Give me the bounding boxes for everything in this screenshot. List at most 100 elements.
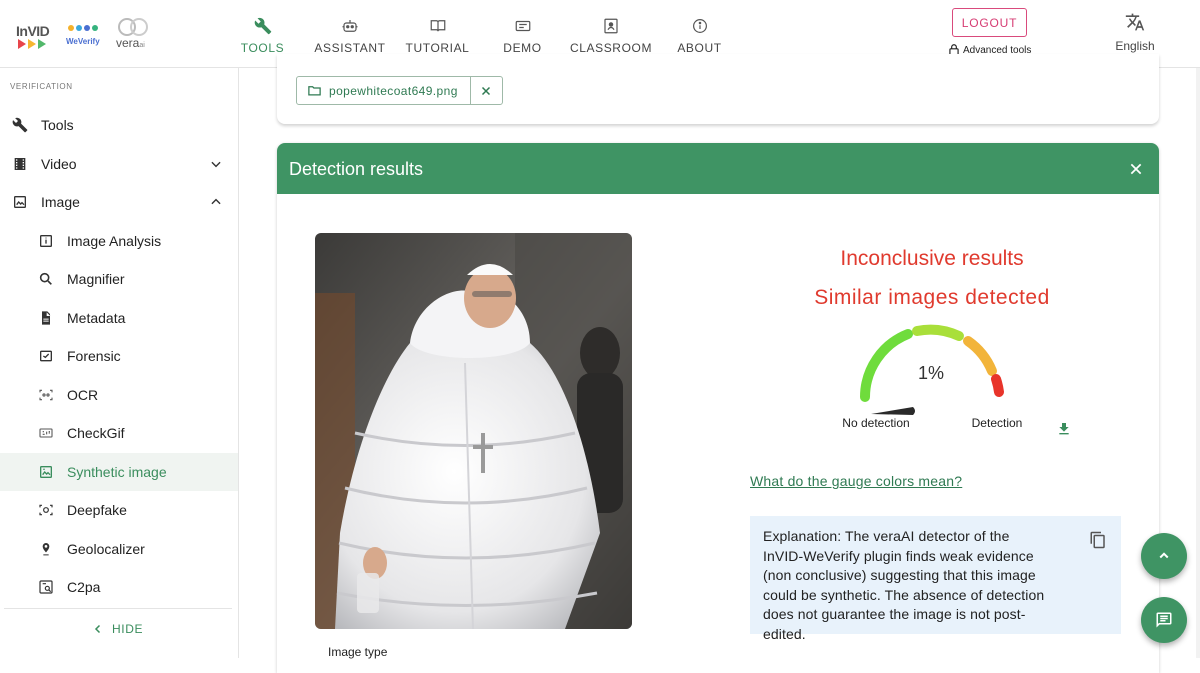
explanation-text: Explanation: The veraAI detector of the …: [763, 528, 1045, 642]
verdict-primary: Inconclusive results: [840, 247, 1024, 270]
uploaded-file-chip: popewhitecoat649.png: [296, 76, 503, 105]
chevron-left-icon: [94, 624, 101, 634]
invid-logo-text: InVID: [16, 23, 50, 39]
sidebar-item-synthetic-image[interactable]: Synthetic image: [0, 453, 238, 491]
sidebar-item-deepfake[interactable]: Deepfake: [0, 491, 238, 529]
translate-icon: [1125, 13, 1145, 31]
chevron-down-icon: [211, 161, 221, 168]
sidebar-item-label: CheckGif: [67, 425, 125, 441]
nav-classroom-label: CLASSROOM: [569, 41, 653, 55]
sidebar-item-label: OCR: [67, 387, 99, 403]
sidebar-item-label: Forensic: [67, 348, 121, 364]
sidebar-item-label: Video: [41, 156, 77, 172]
verdict-secondary: Similar images detected: [814, 286, 1050, 309]
remove-file-button[interactable]: [471, 77, 502, 104]
image-icon: [11, 193, 29, 211]
logo-triangle-red: [18, 39, 26, 49]
file-name: popewhitecoat649.png: [329, 83, 458, 98]
nav-assistant-label: ASSISTANT: [314, 41, 386, 55]
sidebar-item-label: Image Analysis: [67, 233, 162, 249]
sidebar-item-label: Magnifier: [67, 271, 125, 287]
forensic-icon: [37, 347, 55, 365]
logo-triangle-yellow: [28, 39, 36, 49]
chat-icon: [1156, 612, 1172, 628]
classroom-icon: [604, 18, 618, 34]
sidebar-item-image[interactable]: Image: [0, 183, 238, 221]
sidebar-item-tools[interactable]: Tools: [0, 106, 238, 144]
gauge-colors-help-link[interactable]: What do the gauge colors mean?: [750, 473, 962, 489]
logo-triangle-green: [38, 39, 46, 49]
gauge-high-label: Detection: [971, 416, 1023, 430]
results-title: Detection results: [289, 159, 424, 179]
logo-group: InVID WeVerify veraai: [14, 16, 158, 52]
vera-ring-2: [130, 18, 148, 36]
close-icon: [482, 86, 491, 95]
nav-demo-label: DEMO: [503, 41, 542, 55]
vera-logo-text: veraai: [116, 36, 145, 50]
sidebar-item-checkgif[interactable]: CheckGif: [0, 414, 238, 452]
gauge-segment-lime: [912, 324, 964, 341]
sidebar-item-forensic[interactable]: Forensic: [0, 337, 238, 375]
scroll-to-top-button[interactable]: [1141, 533, 1187, 579]
sidebar-item-magnifier[interactable]: Magnifier: [0, 260, 238, 298]
vera-ai-logo[interactable]: veraai: [114, 16, 158, 52]
nav-tools-label: TOOLS: [240, 41, 285, 55]
robot-icon: [342, 20, 358, 32]
sidebar-item-label: C2pa: [67, 579, 101, 595]
gif-icon: [37, 424, 55, 442]
location-pin-icon: [37, 540, 55, 558]
weverify-logo-text: WeVerify: [66, 37, 100, 46]
wrench-icon: [254, 17, 271, 35]
chevron-up-icon: [211, 198, 221, 205]
sidebar: VERIFICATION Tools Video Image Image Ana…: [0, 68, 239, 658]
upload-card: popewhitecoat649.png: [277, 54, 1159, 124]
sidebar-item-metadata[interactable]: Metadata: [0, 299, 238, 337]
sidebar-item-label: Geolocalizer: [67, 541, 145, 557]
nav-about-label: ABOUT: [677, 41, 722, 55]
c2pa-icon: [37, 578, 55, 596]
nav-tutorial-label: TUTORIAL: [405, 41, 470, 55]
gauge-segment-red: [991, 374, 1004, 397]
sidebar-item-label: Deepfake: [67, 502, 127, 518]
sidebar-item-label: Synthetic image: [67, 464, 167, 480]
close-icon[interactable]: [1128, 161, 1144, 177]
sidebar-item-geolocalizer[interactable]: Geolocalizer: [0, 530, 238, 568]
gauge-value: 1%: [917, 363, 944, 383]
analysis-icon: [37, 232, 55, 250]
info-icon: [692, 19, 707, 33]
synthetic-icon: [37, 463, 55, 481]
invid-logo[interactable]: InVID: [14, 19, 56, 49]
results-header: Detection results: [277, 143, 1159, 194]
download-icon[interactable]: [1056, 420, 1072, 438]
magnifier-icon: [37, 270, 55, 288]
sidebar-item-ocr[interactable]: OCR: [0, 376, 238, 414]
chat-button[interactable]: [1141, 597, 1187, 643]
sidebar-item-c2pa[interactable]: C2pa: [0, 568, 238, 606]
language-selector[interactable]: English: [1110, 12, 1160, 53]
folder-icon: [308, 86, 321, 96]
logout-button[interactable]: LOGOUT: [952, 8, 1027, 37]
weverify-logo[interactable]: WeVerify: [66, 19, 104, 49]
film-icon: [11, 155, 29, 173]
weverify-dots: [68, 25, 98, 31]
image-type-label: Image type: [328, 645, 388, 659]
page-scrollbar[interactable]: [1196, 68, 1200, 658]
wrench-icon: [11, 116, 29, 134]
copy-icon[interactable]: [1089, 530, 1107, 550]
sidebar-item-label: Tools: [41, 117, 74, 133]
sidebar-section-title: VERIFICATION: [10, 82, 73, 91]
hide-label: HIDE: [112, 622, 144, 636]
sidebar-divider: [4, 608, 232, 609]
sidebar-item-video[interactable]: Video: [0, 145, 238, 183]
sidebar-item-image-analysis[interactable]: Image Analysis: [0, 222, 238, 260]
analyzed-image-illustration: [315, 233, 632, 629]
book-icon: [430, 20, 445, 32]
gauge-needle: [871, 407, 915, 415]
hide-sidebar-button[interactable]: HIDE: [92, 622, 143, 636]
language-label: English: [1115, 39, 1155, 53]
analyzed-image: [315, 233, 632, 629]
document-icon: [37, 309, 55, 327]
deepfake-icon: [37, 501, 55, 519]
explanation-box: Explanation: The veraAI detector of the …: [750, 516, 1121, 642]
file-name-button[interactable]: popewhitecoat649.png: [297, 77, 471, 104]
